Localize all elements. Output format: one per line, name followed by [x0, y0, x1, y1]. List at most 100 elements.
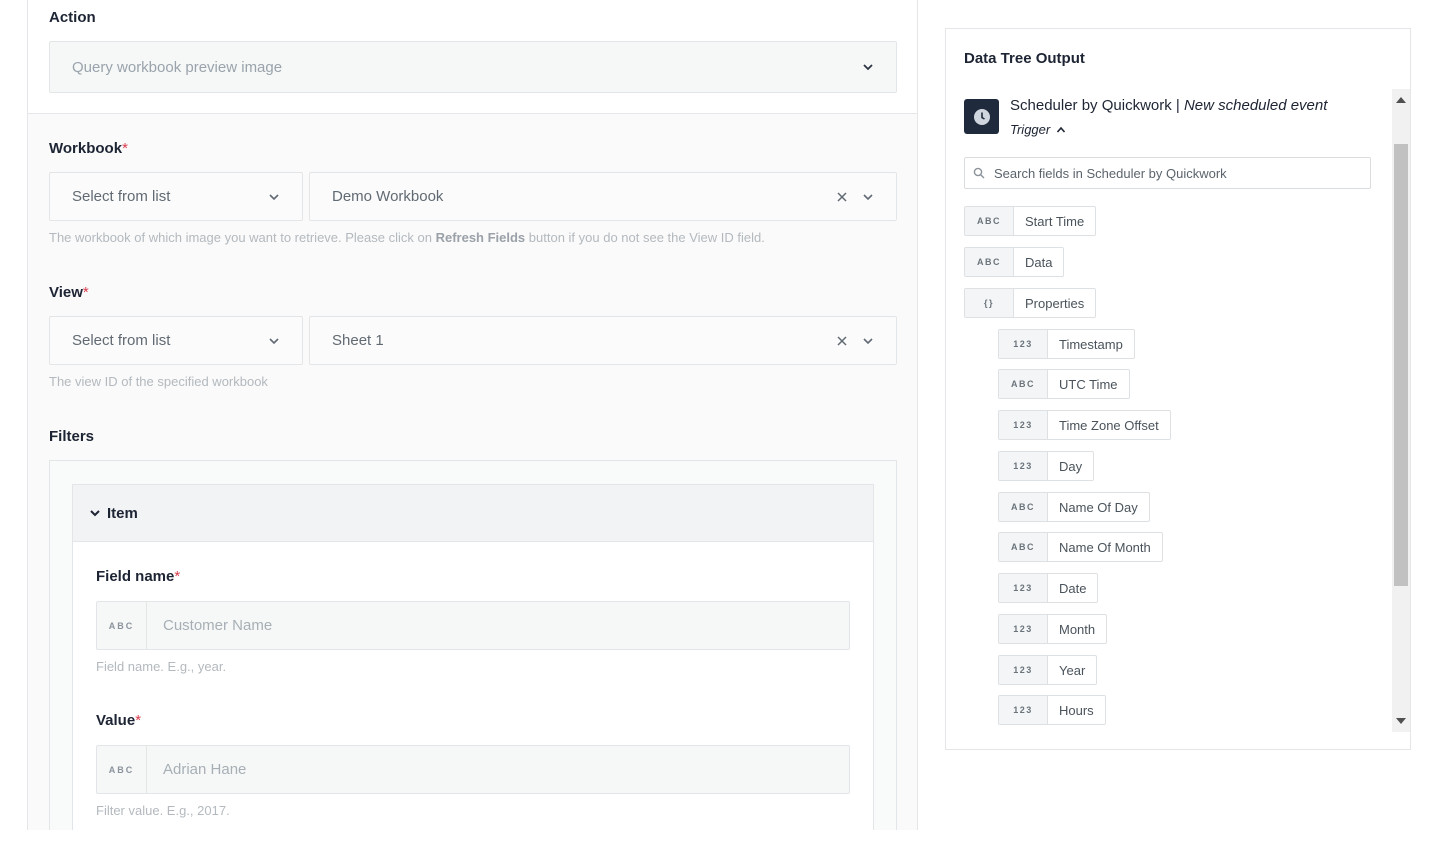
field-label: Year — [1059, 662, 1086, 678]
view-value: Sheet 1 — [332, 332, 384, 349]
filter-item-label: Item — [107, 504, 138, 522]
filters-label: Filters — [49, 428, 95, 445]
clear-icon[interactable] — [836, 335, 848, 347]
field-name-label: Field name* — [96, 568, 180, 585]
type-tag: 123 — [999, 696, 1048, 724]
field-label: Data — [1025, 254, 1053, 270]
vertical-scrollbar[interactable] — [1392, 89, 1410, 732]
workbook-help-text: The workbook of which image you want to … — [49, 230, 765, 245]
view-label-text: View — [49, 284, 83, 301]
field-label: Name Of Day — [1059, 499, 1138, 515]
action-select-value: Query workbook preview image — [72, 58, 283, 76]
type-tag: 123 — [999, 615, 1048, 643]
workbook-mode-select[interactable]: Select from list — [49, 172, 303, 221]
field-label: Name Of Month — [1059, 539, 1151, 555]
field-pill-name-of-month[interactable]: ABC Name Of Month — [998, 532, 1163, 562]
field-pill-time-zone-offset[interactable]: 123 Time Zone Offset — [998, 410, 1171, 440]
workbook-value: Demo Workbook — [332, 188, 444, 205]
required-mark: * — [135, 712, 142, 729]
scrollbar-thumb[interactable] — [1394, 144, 1408, 586]
field-label: Date — [1059, 580, 1087, 596]
chevron-down-icon — [862, 61, 874, 73]
type-tag: ABC — [999, 533, 1048, 561]
field-name-help: Field name. E.g., year. — [96, 659, 227, 674]
trigger-label: Trigger — [1010, 122, 1051, 137]
type-tag: ABC — [965, 248, 1014, 276]
app-name-text: Scheduler by Quickwork — [1010, 97, 1172, 114]
field-pill-hours[interactable]: 123 Hours — [998, 695, 1106, 725]
help-prefix: The workbook of which image you want to … — [49, 230, 436, 245]
type-tag: ABC — [999, 370, 1048, 398]
chevron-down-icon — [268, 191, 280, 203]
event-name: New scheduled event — [1183, 97, 1328, 114]
workbook-mode-value: Select from list — [72, 188, 171, 205]
field-pill-timestamp[interactable]: 123 Timestamp — [998, 329, 1135, 359]
field-label: Month — [1059, 621, 1096, 637]
field-label: Timestamp — [1059, 336, 1123, 352]
chevron-down-icon — [268, 335, 280, 347]
field-pill-name-of-day[interactable]: ABC Name Of Day — [998, 492, 1150, 522]
scroll-up-arrow-icon[interactable] — [1396, 97, 1406, 103]
view-mode-select[interactable]: Select from list — [49, 316, 303, 365]
field-pill-start-time[interactable]: ABC Start Time — [964, 206, 1097, 236]
clock-icon — [964, 99, 999, 134]
field-pill-year[interactable]: 123 Year — [998, 655, 1098, 685]
field-label: Hours — [1059, 702, 1094, 718]
type-tag: 123 — [999, 330, 1048, 358]
view-select[interactable]: Sheet 1 — [309, 316, 897, 365]
value-help: Filter value. E.g., 2017. — [96, 803, 230, 818]
text-type-tag: ABC — [97, 746, 147, 793]
type-tag: {} — [965, 289, 1014, 317]
action-config-panel: Action Query workbook preview image Work… — [27, 0, 918, 830]
field-pill-properties[interactable]: {} Properties — [964, 288, 1097, 318]
type-tag: 123 — [999, 656, 1048, 684]
type-tag: 123 — [999, 411, 1048, 439]
field-label: UTC Time — [1059, 376, 1118, 392]
value-input[interactable]: ABC Adrian Hane — [96, 745, 850, 794]
field-label: Day — [1059, 458, 1083, 474]
field-pill-month[interactable]: 123 Month — [998, 614, 1108, 644]
workbook-label-text: Workbook — [49, 140, 123, 157]
field-pill-utc-time[interactable]: ABC UTC Time — [998, 369, 1130, 399]
action-label: Action — [49, 9, 96, 26]
type-tag: ABC — [999, 493, 1048, 521]
clear-icon[interactable] — [836, 191, 848, 203]
required-mark: * — [174, 568, 181, 585]
type-tag: 123 — [999, 452, 1048, 480]
field-pill-date[interactable]: 123 Date — [998, 573, 1099, 603]
workbook-select[interactable]: Demo Workbook — [309, 172, 897, 221]
filter-item-header[interactable]: Item — [73, 485, 873, 542]
field-label: Start Time — [1025, 213, 1085, 229]
help-bold: Refresh Fields — [435, 230, 526, 245]
required-mark: * — [82, 284, 89, 301]
value-label: Value* — [96, 712, 141, 729]
field-label: Properties — [1025, 295, 1085, 311]
chevron-down-icon — [862, 335, 874, 347]
data-tree-scroll-area[interactable]: Scheduler by Quickwork | New scheduled e… — [946, 89, 1410, 734]
text-type-tag: ABC — [97, 602, 147, 649]
field-name-placeholder: Customer Name — [163, 617, 273, 634]
field-name-label-text: Field name — [96, 568, 175, 585]
view-help-text: The view ID of the specified workbook — [49, 374, 268, 389]
field-pill-data[interactable]: ABC Data — [964, 247, 1065, 277]
chevron-down-icon — [862, 191, 874, 203]
workbook-label: Workbook* — [49, 140, 128, 157]
filter-item-card: Item Field name* ABC Customer Name Field… — [72, 484, 874, 830]
scroll-down-arrow-icon[interactable] — [1396, 718, 1406, 724]
action-section: Action Query workbook preview image — [28, 0, 917, 114]
chevron-up-icon — [1056, 125, 1066, 135]
field-search-input[interactable]: Search fields in Scheduler by Quickwork — [964, 157, 1371, 189]
trigger-toggle[interactable]: Trigger — [1010, 122, 1066, 137]
data-tree-title: Data Tree Output — [964, 50, 1085, 67]
type-tag: ABC — [965, 207, 1014, 235]
view-mode-value: Select from list — [72, 332, 171, 349]
help-suffix: button if you do not see the View ID fie… — [525, 230, 765, 245]
action-select[interactable]: Query workbook preview image — [49, 41, 897, 93]
field-pill-day[interactable]: 123 Day — [998, 451, 1095, 481]
value-label-text: Value — [96, 712, 136, 729]
field-label: Time Zone Offset — [1059, 417, 1159, 433]
search-placeholder: Search fields in Scheduler by Quickwork — [994, 165, 1227, 181]
search-icon — [973, 167, 985, 179]
value-placeholder: Adrian Hane — [163, 761, 247, 778]
field-name-input[interactable]: ABC Customer Name — [96, 601, 850, 650]
